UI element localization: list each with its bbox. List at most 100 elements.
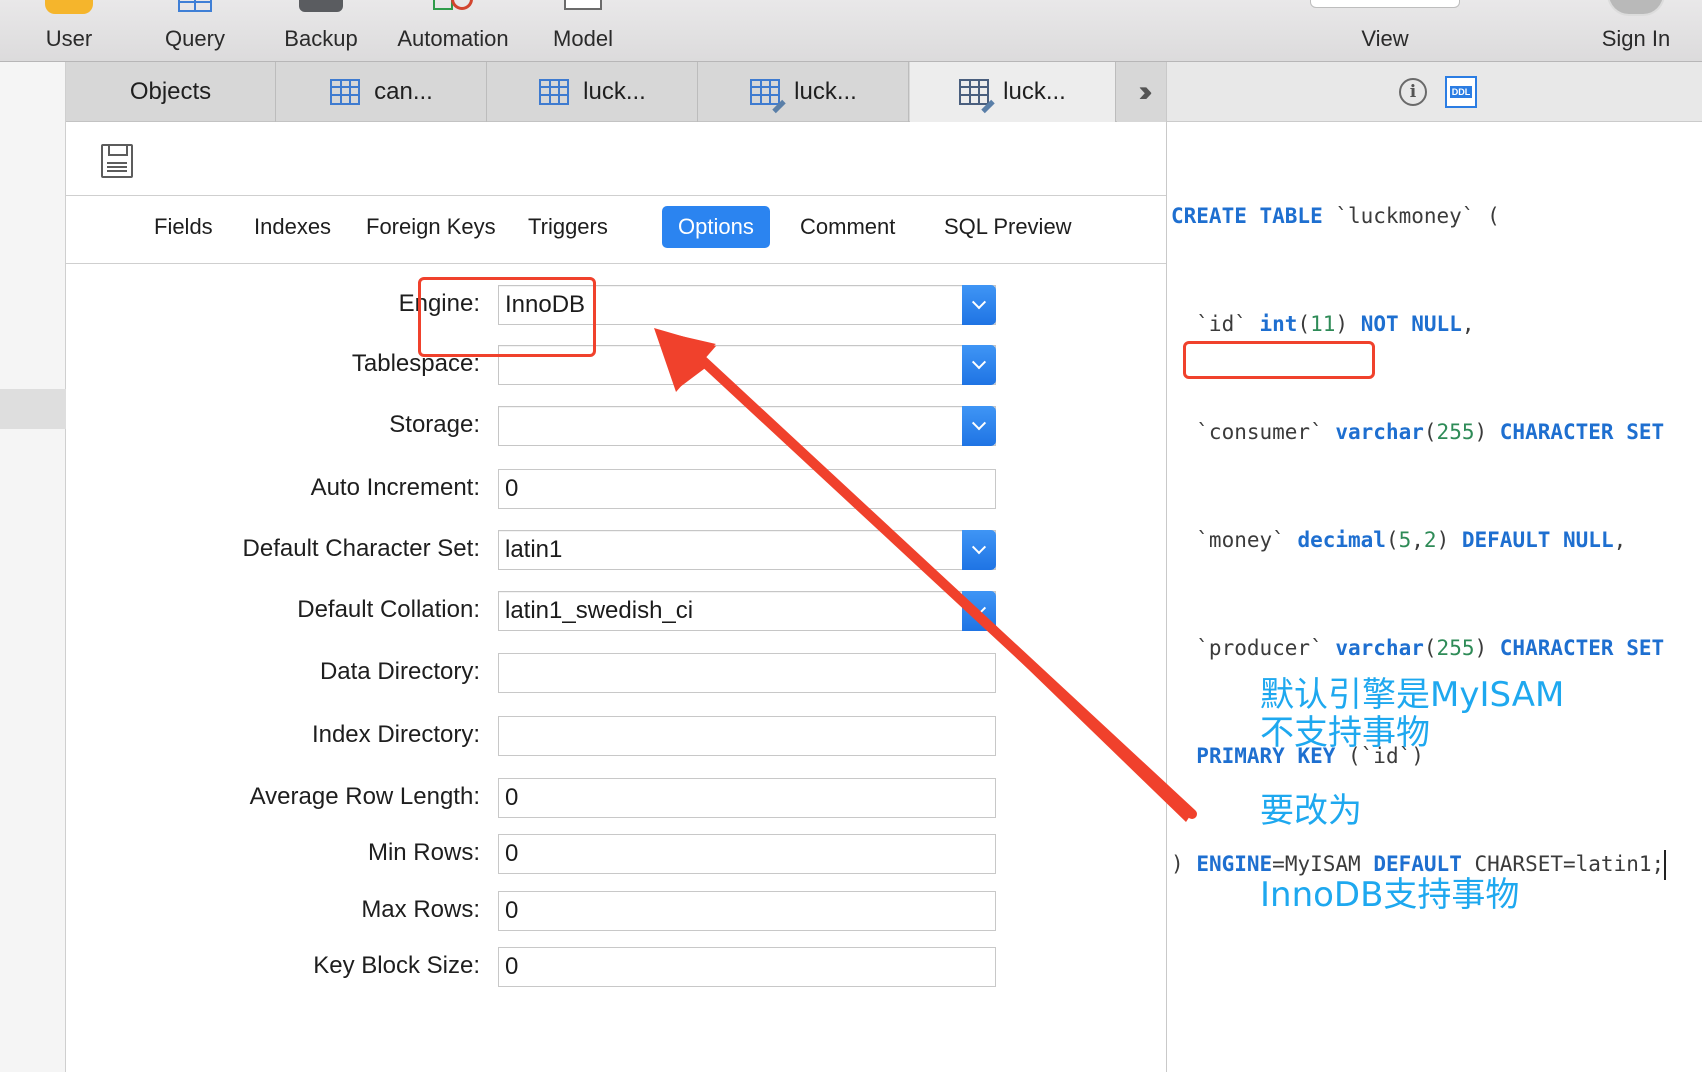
auto-increment-input[interactable]: 0 (498, 469, 996, 509)
chevron-down-icon[interactable] (962, 530, 996, 570)
auto-increment-value: 0 (505, 475, 519, 502)
chevron-down-icon[interactable] (962, 345, 996, 385)
table-design-icon (959, 79, 990, 105)
tab-label: luck... (1003, 78, 1066, 105)
ddl-text: , (1613, 528, 1627, 552)
tab-overflow-chevron-icon[interactable]: ››› (1117, 62, 1166, 122)
editor-subtabs: Fields Indexes Foreign Keys Triggers Opt… (66, 196, 1166, 264)
ddl-line: `id` int(11) NOT NULL, (1171, 306, 1702, 342)
tab-table-luck-3[interactable]: luck... (910, 62, 1116, 122)
avg-row-length-input[interactable]: 0 (498, 778, 996, 818)
toolbar-model-button[interactable]: Model (542, 0, 624, 62)
annotation-note-line2: 不支持事物 (1260, 713, 1430, 753)
save-icon[interactable] (101, 144, 133, 178)
ddl-icon[interactable]: DDL (1445, 76, 1477, 108)
ddl-number: 255 (1436, 636, 1475, 660)
subtab-options[interactable]: Options (662, 206, 770, 248)
ddl-number: 255 (1436, 420, 1475, 444)
ddl-text: ( (1423, 420, 1437, 444)
toolbar-sign-in-label: Sign In (1601, 26, 1671, 51)
avg-row-length-value: 0 (505, 784, 519, 811)
data-directory-input[interactable] (498, 653, 996, 693)
tab-table-can[interactable]: can... (277, 62, 487, 122)
toolbar-query-button[interactable]: Query (150, 0, 240, 62)
view-segment-icon (1310, 0, 1460, 8)
subtab-fields[interactable]: Fields (138, 206, 229, 248)
model-icon (564, 0, 602, 10)
key-block-size-input[interactable]: 0 (498, 947, 996, 987)
toolbar-automation-button[interactable]: Automation (390, 0, 516, 62)
ddl-line: PRIMARY KEY (`id`) (1171, 738, 1702, 774)
ddl-text: CHARSET=latin1; (1461, 852, 1665, 876)
subtab-sql-preview[interactable]: SQL Preview (928, 206, 1088, 248)
ddl-text: ) (1335, 312, 1361, 336)
storage-label: Storage: (389, 411, 480, 438)
ddl-keyword: ENGINE (1196, 852, 1273, 876)
toolbar-sign-in-button[interactable]: Sign In (1590, 0, 1682, 62)
index-directory-input[interactable] (498, 716, 996, 756)
editor-toolbar (66, 122, 1166, 196)
query-icon (178, 0, 212, 12)
ddl-badge: DDL (1449, 86, 1473, 98)
chevron-down-icon[interactable] (962, 406, 996, 446)
info-icon[interactable]: i (1399, 78, 1427, 106)
ddl-text: ) (1436, 528, 1462, 552)
collation-value: latin1_swedish_ci (505, 597, 694, 624)
subtab-indexes[interactable]: Indexes (238, 206, 347, 248)
annotation-note-line4: InnoDB支持事物 (1260, 875, 1520, 915)
subtab-foreign-keys[interactable]: Foreign Keys (350, 206, 512, 248)
tab-label: luck... (583, 78, 646, 105)
key-block-size-label: Key Block Size: (313, 952, 480, 979)
tab-objects[interactable]: Objects (66, 62, 276, 122)
max-rows-input[interactable]: 0 (498, 891, 996, 931)
ddl-text: ( (1385, 528, 1399, 552)
toolbar-user-button[interactable]: User (30, 0, 108, 62)
tab-label: luck... (794, 78, 857, 105)
main-toolbar: User Query Backup Automation Model View … (0, 0, 1702, 62)
tab-label: can... (374, 78, 433, 105)
ddl-text: `money` (1171, 528, 1298, 552)
ddl-number: 5 (1398, 528, 1412, 552)
ddl-text: ) (1474, 636, 1500, 660)
table-edit-icon (750, 79, 781, 105)
toolbar-backup-button[interactable]: Backup (276, 0, 366, 62)
charset-value: latin1 (505, 536, 563, 563)
ddl-keyword: varchar (1335, 636, 1424, 660)
toolbar-view-button[interactable]: View (1270, 0, 1500, 62)
toolbar-view-label: View (1361, 26, 1409, 51)
collation-select[interactable]: latin1_swedish_ci (498, 591, 996, 631)
ddl-keyword: decimal (1297, 528, 1386, 552)
ddl-keyword: NOT NULL (1360, 312, 1462, 336)
ddl-text: =MyISAM (1272, 852, 1361, 876)
annotation-ddl-engine-highlight (1183, 341, 1375, 379)
min-rows-value: 0 (505, 840, 519, 867)
ddl-text: `id` (1171, 312, 1260, 336)
toolbar-query-label: Query (165, 26, 225, 51)
subtab-comment[interactable]: Comment (784, 206, 911, 248)
chevron-down-icon[interactable] (962, 285, 996, 325)
storage-select[interactable] (498, 406, 996, 446)
ddl-line: CREATE TABLE `luckmoney` ( (1171, 198, 1702, 234)
ddl-keyword: CHARACTER SET (1499, 420, 1665, 444)
tab-table-luck-2[interactable]: luck... (699, 62, 909, 122)
toolbar-model-label: Model (553, 26, 613, 51)
ddl-panel: i DDL CREATE TABLE `luckmoney` ( `id` in… (1166, 62, 1702, 1072)
key-block-size-value: 0 (505, 953, 519, 980)
table-icon (330, 79, 361, 105)
ddl-text: ( (1297, 312, 1311, 336)
avg-row-length-label: Average Row Length: (249, 783, 480, 810)
max-rows-value: 0 (505, 897, 519, 924)
ddl-keyword: DEFAULT NULL (1461, 528, 1614, 552)
user-icon (45, 0, 93, 14)
toolbar-user-label: User (45, 26, 93, 51)
gutter-selected-row[interactable] (0, 389, 66, 429)
chevron-down-icon[interactable] (962, 591, 996, 631)
ddl-number: 11 (1310, 312, 1336, 336)
automation-icon (427, 0, 479, 12)
subtab-triggers[interactable]: Triggers (512, 206, 624, 248)
charset-select[interactable]: latin1 (498, 530, 996, 570)
avatar-icon (1607, 0, 1665, 16)
tab-bar: Objects can... luck... luck... luck... (66, 62, 1166, 122)
tab-table-luck-1[interactable]: luck... (488, 62, 698, 122)
min-rows-input[interactable]: 0 (498, 834, 996, 874)
